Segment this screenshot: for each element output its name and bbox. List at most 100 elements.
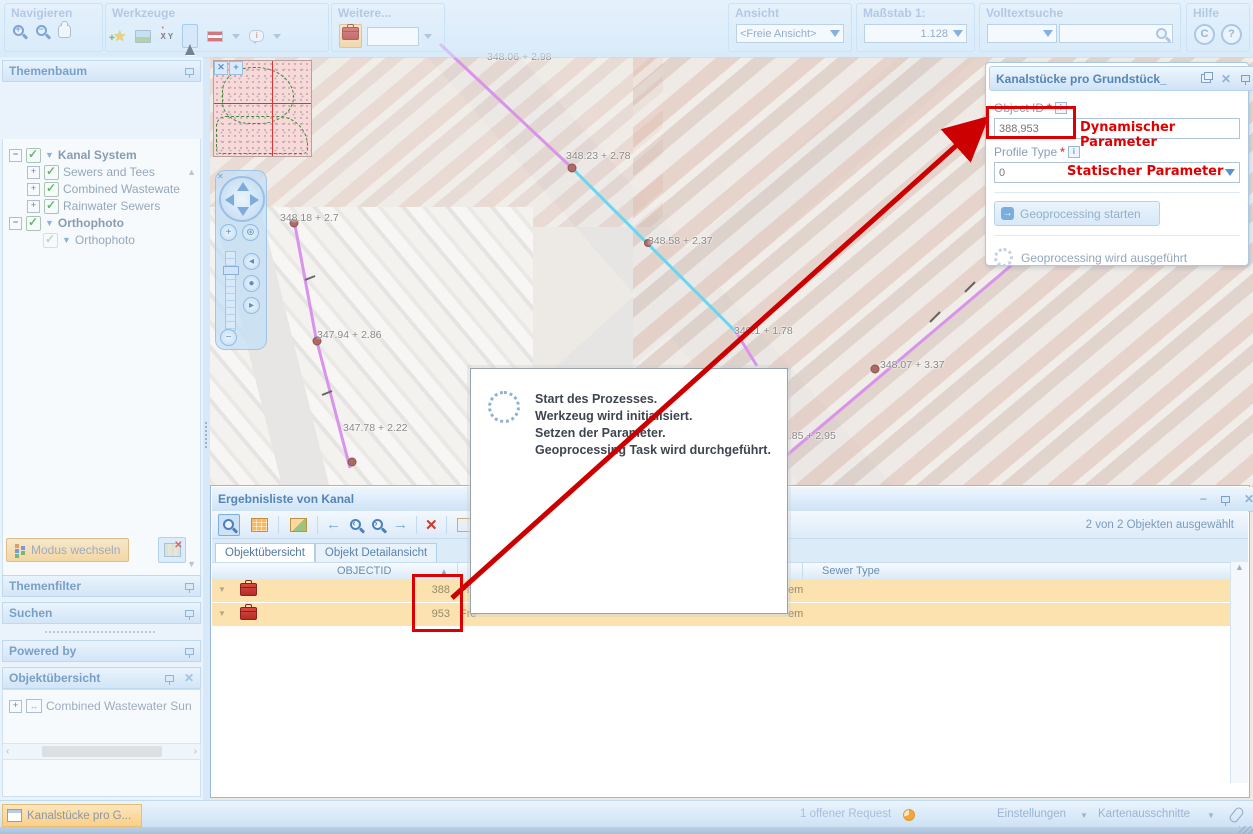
close-icon[interactable]: ✕: [217, 172, 224, 181]
overview-item-combined-wastewater[interactable]: + ↔ Combined Wastewater Sun: [9, 698, 200, 714]
checkbox-checked[interactable]: [26, 216, 41, 231]
tree-item-orthophoto-group[interactable]: − ▼ Orthophoto: [9, 215, 200, 231]
scroll-right-icon[interactable]: ›: [194, 746, 197, 757]
flag-dropdown-icon[interactable]: [232, 34, 240, 39]
expand-icon[interactable]: +: [27, 200, 40, 213]
full-extent-button[interactable]: ⊛: [242, 224, 259, 241]
themenfilter-header[interactable]: Themenfilter: [2, 575, 201, 597]
ansicht-select[interactable]: <Freie Ansicht>: [736, 24, 844, 43]
copyright-button[interactable]: C: [1194, 24, 1215, 45]
geoprocessing-start-button[interactable]: → Geoprocessing starten: [994, 201, 1160, 226]
objektuebersicht-header[interactable]: Objektübersicht ✕: [2, 667, 201, 689]
column-header-sewer-type[interactable]: Sewer Type: [822, 565, 880, 577]
search-category-select[interactable]: [987, 24, 1057, 43]
remove-results-icon[interactable]: ✕: [425, 516, 438, 534]
column-header-objectid[interactable]: OBJECTID: [337, 565, 391, 577]
checkbox-checked-disabled[interactable]: [43, 233, 58, 248]
tree-item-kanal-system[interactable]: − ▼ Kanal System: [9, 147, 200, 163]
toolbox-tool-button[interactable]: [339, 24, 362, 48]
pin-icon[interactable]: [185, 610, 194, 617]
relate-icon[interactable]: ↔: [26, 699, 42, 713]
overview-map[interactable]: ✕ +: [213, 60, 312, 157]
scrollbar-thumb[interactable]: [42, 746, 162, 757]
next-extent-button[interactable]: ▸: [243, 297, 260, 314]
scroll-up-icon[interactable]: ▲: [187, 167, 196, 177]
pan-hand-icon[interactable]: [58, 24, 71, 38]
next-record-icon[interactable]: →: [393, 517, 408, 532]
zoom-slider-thumb[interactable]: [223, 266, 239, 275]
close-icon[interactable]: ✕: [1244, 494, 1253, 504]
expand-icon[interactable]: +: [27, 166, 40, 179]
add-favorite-icon[interactable]: ★+: [113, 30, 126, 43]
geoprocessing-panel-header[interactable]: Kanalstücke pro Grundstück_ ✕: [989, 66, 1253, 91]
goto-coordinates-icon[interactable]: X Y: [160, 32, 173, 41]
close-icon[interactable]: ✕: [184, 673, 194, 683]
search-icon[interactable]: [1155, 27, 1169, 41]
chevron-down-icon[interactable]: ▼: [1080, 811, 1088, 820]
zoom-next-icon[interactable]: ›: [371, 518, 385, 532]
zoom-slider[interactable]: [225, 251, 236, 331]
chevron-down-icon[interactable]: ▼: [1207, 811, 1215, 820]
row-expand-icon[interactable]: ▼: [218, 609, 226, 618]
move-icon[interactable]: +: [229, 61, 243, 75]
collapse-icon[interactable]: −: [9, 149, 22, 162]
close-icon[interactable]: ✕: [214, 61, 228, 75]
info-icon[interactable]: i: [1055, 102, 1067, 114]
checkbox-checked[interactable]: [44, 182, 59, 197]
vertical-scrollbar[interactable]: ▲: [1230, 562, 1248, 783]
kartenausschnitte-menu[interactable]: Kartenausschnitte: [1098, 808, 1190, 820]
profile-type-select[interactable]: 0 Statischer Parameter: [994, 162, 1240, 183]
pin-icon[interactable]: [185, 68, 194, 75]
column-divider[interactable]: [802, 563, 803, 580]
themenbaum-header[interactable]: Themenbaum: [2, 60, 201, 82]
checkbox-checked[interactable]: [44, 199, 59, 214]
collapse-icon[interactable]: −: [9, 217, 22, 230]
clear-selection-map-button[interactable]: [158, 537, 186, 563]
select-tool-button[interactable]: [218, 514, 240, 536]
chevron-down-icon[interactable]: ▼: [45, 150, 54, 160]
tree-item-orthophoto[interactable]: ▼ Orthophoto: [43, 232, 200, 248]
close-icon[interactable]: ✕: [1221, 74, 1231, 84]
sort-asc-icon[interactable]: ▲: [440, 567, 448, 576]
zoom-previous-icon[interactable]: ‹: [349, 518, 363, 532]
table-view-button[interactable]: [248, 514, 270, 536]
massstab-select[interactable]: 1.128: [864, 24, 967, 43]
einstellungen-menu[interactable]: Einstellungen: [997, 808, 1066, 820]
pin-icon[interactable]: [1221, 496, 1230, 503]
help-button[interactable]: ?: [1221, 24, 1242, 45]
tree-item-rainwater-sewers[interactable]: + Rainwater Sewers: [27, 198, 200, 214]
tree-item-combined-wastewater[interactable]: + Combined Wastewate: [27, 181, 200, 197]
expand-icon[interactable]: +: [27, 183, 40, 196]
zoom-in-icon[interactable]: +: [12, 24, 26, 38]
info-dropdown-icon[interactable]: [273, 34, 281, 39]
paperclip-icon[interactable]: [1228, 806, 1245, 824]
pan-compass[interactable]: [219, 176, 265, 222]
column-divider[interactable]: [457, 563, 458, 580]
pin-icon[interactable]: [165, 675, 174, 682]
scroll-up-icon[interactable]: ▲: [1235, 562, 1244, 572]
pan-east-icon[interactable]: [250, 194, 259, 206]
powered-by-header[interactable]: Powered by: [2, 640, 201, 662]
expand-icon[interactable]: +: [9, 700, 22, 713]
checkbox-checked[interactable]: [26, 148, 41, 163]
tool-combobox[interactable]: [367, 27, 419, 46]
export-image-icon[interactable]: [135, 30, 151, 43]
austria-flag-icon[interactable]: [207, 31, 223, 42]
tab-objektuebersicht[interactable]: Objektübersicht: [215, 543, 315, 562]
tool-dropdown-icon[interactable]: [424, 34, 432, 39]
table-map-button[interactable]: [287, 514, 309, 536]
previous-record-icon[interactable]: ←: [326, 517, 341, 532]
chevron-down-icon[interactable]: ▼: [45, 218, 54, 228]
zoom-out-button[interactable]: −: [220, 329, 237, 346]
tab-objekt-detailansicht[interactable]: Objekt Detailansicht: [315, 543, 437, 562]
pin-icon[interactable]: [185, 648, 194, 655]
pin-icon[interactable]: [1241, 75, 1250, 82]
modus-wechseln-button[interactable]: Modus wechseln: [6, 538, 129, 562]
suchen-header[interactable]: Suchen: [2, 602, 201, 624]
tree-item-sewers-and-tees[interactable]: + Sewers and Tees: [27, 164, 200, 180]
scroll-left-icon[interactable]: ‹: [6, 746, 9, 757]
chevron-down-icon[interactable]: ▼: [62, 235, 71, 245]
vertical-splitter[interactable]: [203, 57, 210, 800]
pan-south-icon[interactable]: [237, 207, 249, 216]
restore-icon[interactable]: [1201, 74, 1211, 83]
